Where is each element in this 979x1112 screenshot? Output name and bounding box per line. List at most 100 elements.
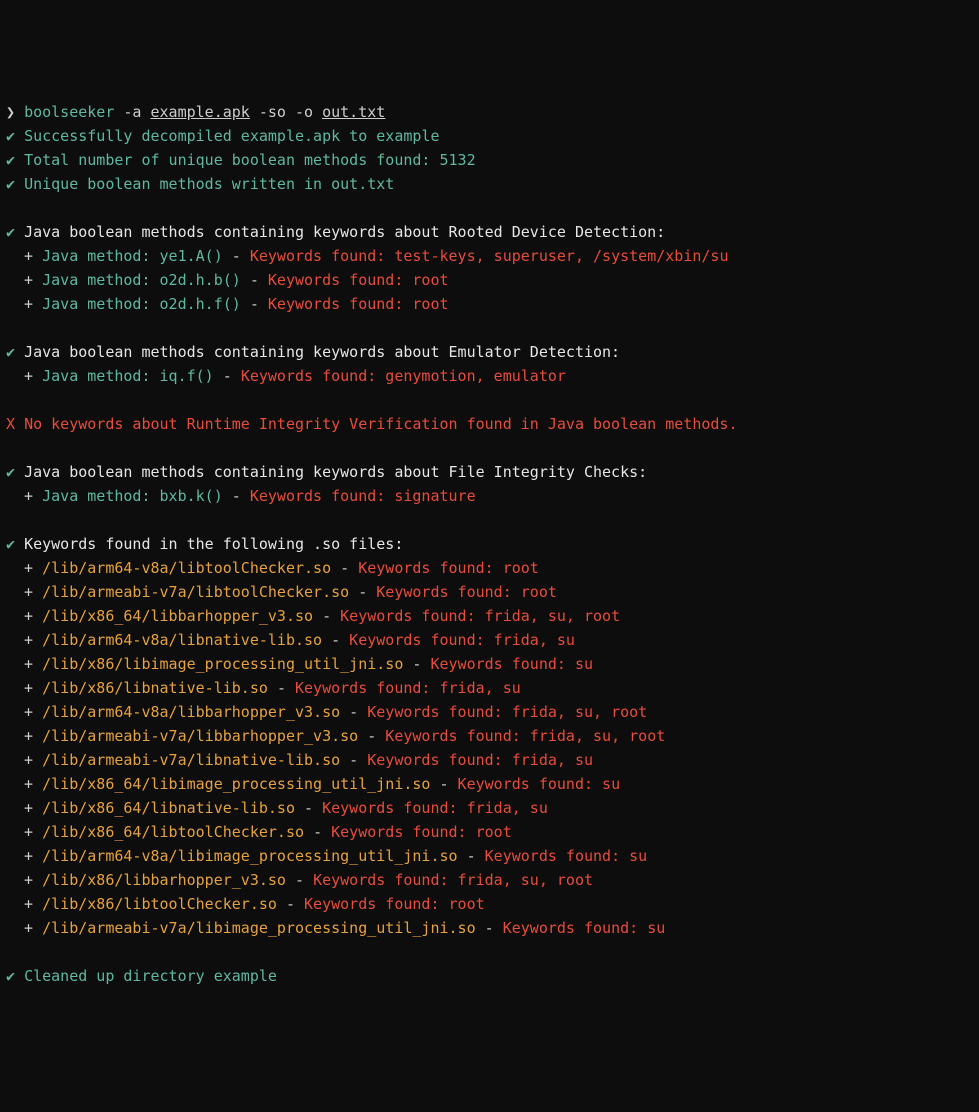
so-file-path: /lib/armeabi-v7a/libbarhopper_v3.so: [42, 727, 367, 745]
so-file-path: /lib/x86_64/libimage_processing_util_jni…: [42, 775, 439, 793]
keywords-found: Keywords found: su: [503, 919, 666, 937]
keywords-found: Keywords found: genymotion, emulator: [241, 367, 566, 385]
check-icon: ✔: [6, 175, 24, 193]
so-file-path: /lib/arm64-v8a/libimage_processing_util_…: [42, 847, 466, 865]
so-file-line: + /lib/x86/libtoolChecker.so - Keywords …: [6, 892, 973, 916]
so-file-line: + /lib/armeabi-v7a/libbarhopper_v3.so - …: [6, 724, 973, 748]
command-name: boolseeker: [24, 103, 114, 121]
so-file-path: /lib/x86/libnative-lib.so: [42, 679, 277, 697]
so-file-line: + /lib/x86/libbarhopper_v3.so - Keywords…: [6, 868, 973, 892]
section-title: Keywords found in the following .so file…: [24, 535, 403, 553]
error-line: X No keywords about Runtime Integrity Ve…: [6, 412, 973, 436]
status-line: ✔ Unique boolean methods written in out.…: [6, 172, 973, 196]
java-method-label: Java method:: [42, 487, 159, 505]
java-method-value: o2d.h.f(): [160, 295, 250, 313]
method-line: + Java method: bxb.k() - Keywords found:…: [6, 484, 973, 508]
check-icon: ✔: [6, 343, 24, 361]
section-title: Java boolean methods containing keywords…: [24, 463, 647, 481]
x-icon: X: [6, 415, 24, 433]
java-method-label: Java method:: [42, 295, 159, 313]
section-header: ✔ Java boolean methods containing keywor…: [6, 340, 973, 364]
so-file-line: + /lib/arm64-v8a/libimage_processing_uti…: [6, 844, 973, 868]
check-icon: ✔: [6, 535, 24, 553]
java-method-value: o2d.h.b(): [160, 271, 250, 289]
keywords-found: Keywords found: root: [358, 559, 539, 577]
section-title: Java boolean methods containing keywords…: [24, 223, 665, 241]
check-icon: ✔: [6, 463, 24, 481]
so-file-line: + /lib/arm64-v8a/libtoolChecker.so - Key…: [6, 556, 973, 580]
command-line: ❯ boolseeker -a example.apk -so -o out.t…: [6, 100, 973, 124]
check-icon: ✔: [6, 223, 24, 241]
status-text: Unique boolean methods written in out.tx…: [24, 175, 394, 193]
so-file-line: + /lib/x86_64/libimage_processing_util_j…: [6, 772, 973, 796]
java-method-value: iq.f(): [160, 367, 223, 385]
java-method-value: ye1.A(): [160, 247, 232, 265]
cleanup-line: ✔ Cleaned up directory example: [6, 964, 973, 988]
apk-filename: example.apk: [151, 103, 250, 121]
keywords-found: Keywords found: frida, su: [349, 631, 575, 649]
so-file-path: /lib/arm64-v8a/libnative-lib.so: [42, 631, 331, 649]
method-line: + Java method: o2d.h.f() - Keywords foun…: [6, 292, 973, 316]
method-line: + Java method: o2d.h.b() - Keywords foun…: [6, 268, 973, 292]
so-file-path: /lib/x86_64/libbarhopper_v3.so: [42, 607, 322, 625]
keywords-found: Keywords found: frida, su: [367, 751, 593, 769]
prompt-symbol: ❯: [6, 103, 24, 121]
keywords-found: Keywords found: root: [304, 895, 485, 913]
section-title: Java boolean methods containing keywords…: [24, 343, 620, 361]
so-file-line: + /lib/x86_64/libnative-lib.so - Keyword…: [6, 796, 973, 820]
so-file-line: + /lib/arm64-v8a/libnative-lib.so - Keyw…: [6, 628, 973, 652]
so-file-line: + /lib/x86/libimage_processing_util_jni.…: [6, 652, 973, 676]
output-filename: out.txt: [322, 103, 385, 121]
keywords-found: Keywords found: test-keys, superuser, /s…: [250, 247, 729, 265]
keywords-found: Keywords found: root: [268, 271, 449, 289]
status-line: ✔ Total number of unique boolean methods…: [6, 148, 973, 172]
so-file-path: /lib/x86_64/libnative-lib.so: [42, 799, 304, 817]
status-text: Total number of unique boolean methods f…: [24, 151, 476, 169]
keywords-found: Keywords found: frida, su: [322, 799, 548, 817]
so-file-path: /lib/x86_64/libtoolChecker.so: [42, 823, 313, 841]
section-header: ✔ Java boolean methods containing keywor…: [6, 220, 973, 244]
status-text: Successfully decompiled example.apk to e…: [24, 127, 439, 145]
error-text: No keywords about Runtime Integrity Veri…: [24, 415, 737, 433]
keywords-found: Keywords found: frida, su, root: [385, 727, 665, 745]
so-file-path: /lib/armeabi-v7a/libimage_processing_uti…: [42, 919, 485, 937]
so-file-path: /lib/armeabi-v7a/libnative-lib.so: [42, 751, 349, 769]
java-method-label: Java method:: [42, 247, 159, 265]
so-file-path: /lib/x86/libbarhopper_v3.so: [42, 871, 295, 889]
so-file-line: + /lib/x86/libnative-lib.so - Keywords f…: [6, 676, 973, 700]
cleanup-text: Cleaned up directory example: [24, 967, 277, 985]
keywords-found: Keywords found: root: [331, 823, 512, 841]
java-method-value: bxb.k(): [160, 487, 232, 505]
so-file-path: /lib/arm64-v8a/libbarhopper_v3.so: [42, 703, 349, 721]
keywords-found: Keywords found: frida, su, root: [340, 607, 620, 625]
java-method-label: Java method:: [42, 271, 159, 289]
keywords-found: Keywords found: root: [268, 295, 449, 313]
so-file-line: + /lib/x86_64/libtoolChecker.so - Keywor…: [6, 820, 973, 844]
keywords-found: Keywords found: frida, su, root: [367, 703, 647, 721]
section-header: ✔ Java boolean methods containing keywor…: [6, 460, 973, 484]
section-header: ✔ Keywords found in the following .so fi…: [6, 532, 973, 556]
keywords-found: Keywords found: su: [458, 775, 621, 793]
so-file-line: + /lib/armeabi-v7a/libimage_processing_u…: [6, 916, 973, 940]
so-file-line: + /lib/armeabi-v7a/libnative-lib.so - Ke…: [6, 748, 973, 772]
so-file-line: + /lib/arm64-v8a/libbarhopper_v3.so - Ke…: [6, 700, 973, 724]
keywords-found: Keywords found: signature: [250, 487, 476, 505]
keywords-found: Keywords found: su: [430, 655, 593, 673]
so-file-line: + /lib/armeabi-v7a/libtoolChecker.so - K…: [6, 580, 973, 604]
so-file-path: /lib/arm64-v8a/libtoolChecker.so: [42, 559, 340, 577]
check-icon: ✔: [6, 127, 24, 145]
keywords-found: Keywords found: frida, su, root: [313, 871, 593, 889]
terminal-output: ❯ boolseeker -a example.apk -so -o out.t…: [6, 100, 973, 988]
status-line: ✔ Successfully decompiled example.apk to…: [6, 124, 973, 148]
method-line: + Java method: iq.f() - Keywords found: …: [6, 364, 973, 388]
so-file-path: /lib/x86/libtoolChecker.so: [42, 895, 286, 913]
check-icon: ✔: [6, 151, 24, 169]
keywords-found: Keywords found: frida, su: [295, 679, 521, 697]
keywords-found: Keywords found: root: [376, 583, 557, 601]
java-method-label: Java method:: [42, 367, 159, 385]
keywords-found: Keywords found: su: [485, 847, 648, 865]
method-line: + Java method: ye1.A() - Keywords found:…: [6, 244, 973, 268]
so-file-path: /lib/armeabi-v7a/libtoolChecker.so: [42, 583, 358, 601]
check-icon: ✔: [6, 967, 24, 985]
so-file-line: + /lib/x86_64/libbarhopper_v3.so - Keywo…: [6, 604, 973, 628]
